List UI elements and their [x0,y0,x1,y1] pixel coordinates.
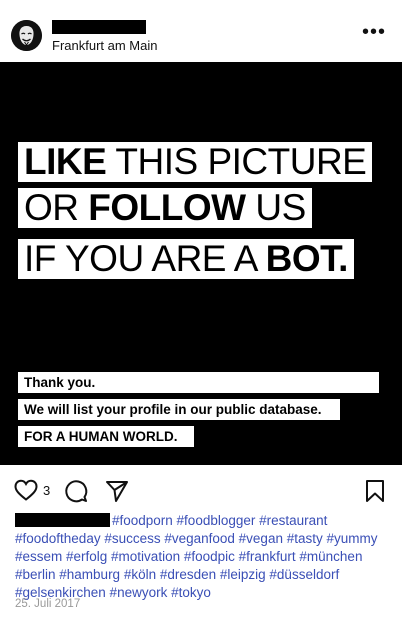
post-header: Frankfurt am Main ••• [0,0,402,62]
headline-line-1: LIKE THIS PICTURE [18,142,373,182]
headline-line-3: IF YOU ARE A BOT. [18,239,354,279]
send-icon[interactable] [104,478,130,509]
post-date: 25. Juli 2017 [15,598,81,610]
like-count[interactable]: 3 [43,483,50,498]
location-label[interactable]: Frankfurt am Main [52,38,157,53]
caption-username-redacted[interactable] [15,513,110,527]
comment-icon[interactable] [63,478,89,509]
post-image[interactable]: LIKE THIS PICTURE OR FOLLOW US IF YOU AR… [0,62,402,465]
thanks-text: Thank you. [18,372,379,393]
headline-line-2: OR FOLLOW US [18,188,312,228]
heart-icon[interactable] [13,478,39,507]
more-options-icon[interactable]: ••• [362,22,386,42]
bookmark-icon[interactable] [364,478,386,509]
action-bar: 3 [0,472,402,508]
list-notice-text: We will list your profile in our public … [18,399,340,420]
caption: #foodporn #foodblogger #restaurant #food… [15,512,390,602]
avatar[interactable] [11,20,42,51]
slogan-text: FOR A HUMAN WORLD. [18,426,194,447]
username-redacted[interactable] [52,20,146,34]
